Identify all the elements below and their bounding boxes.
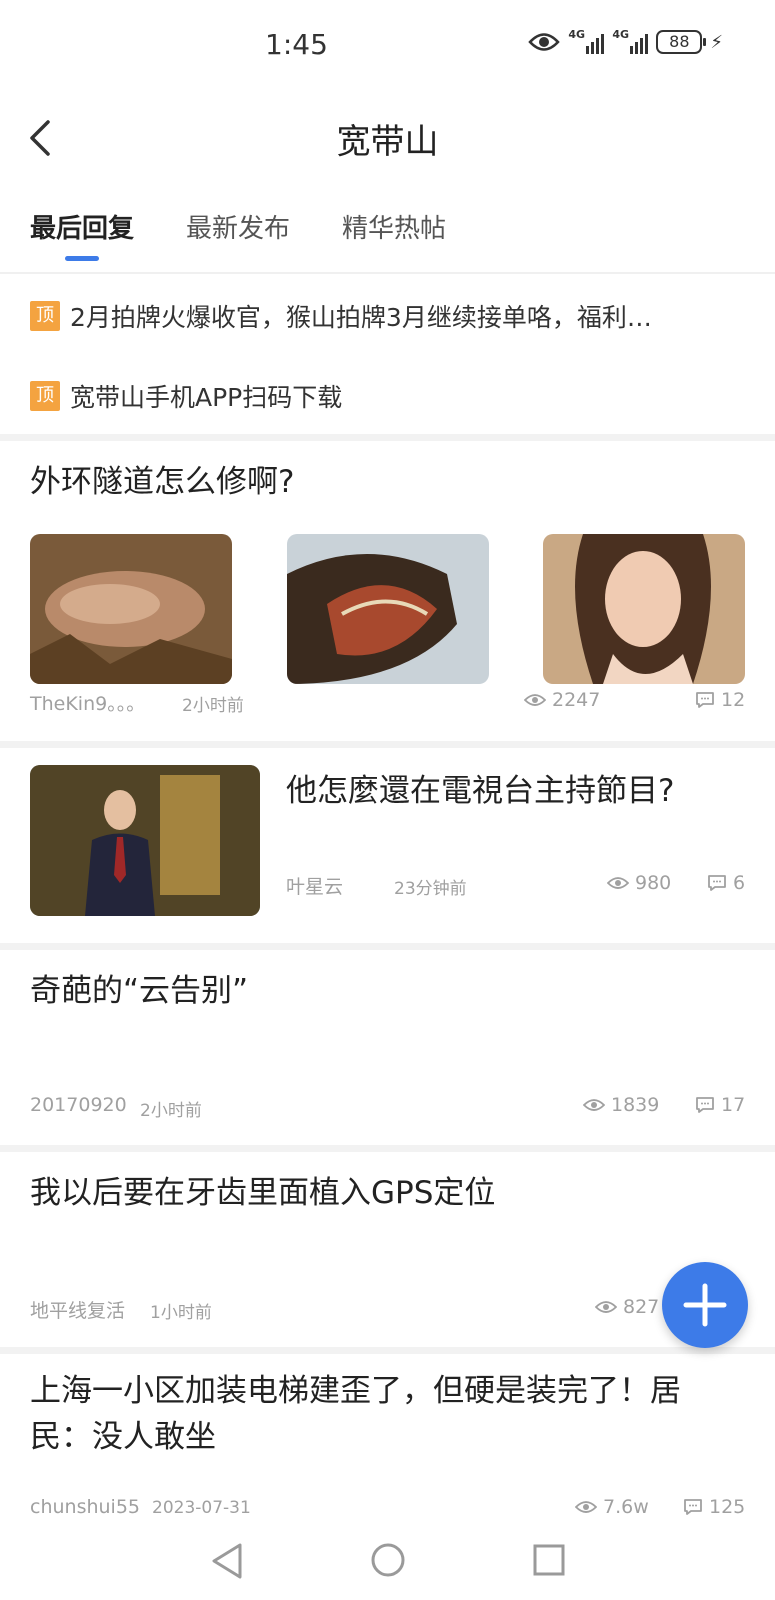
post-author: 20170920 (30, 1094, 127, 1116)
network-type: 4G (568, 28, 586, 41)
section-divider (0, 943, 775, 950)
view-count-value: 827 (623, 1296, 660, 1318)
comment-count-value: 6 (733, 872, 746, 894)
post-author: 叶星云 (286, 876, 344, 898)
post-time: 2小时前 (182, 696, 244, 716)
pinned-badge: 顶 (30, 301, 60, 331)
post-author: TheKin9。。。 (30, 693, 146, 715)
view-count: 980 (607, 872, 671, 894)
pinned-item[interactable]: 顶 2月拍牌火爆收官，猴山拍牌3月继续接单咯，福利… (0, 276, 775, 356)
post-image[interactable] (30, 534, 232, 684)
eye-icon (583, 1099, 605, 1111)
post-card[interactable]: 奇葩的“云告别” 20170920 2小时前 1839 17 (0, 950, 775, 1145)
network-type: 4G (612, 28, 630, 41)
post-author: 地平线复活 (30, 1300, 126, 1322)
view-count: 1839 (583, 1094, 659, 1116)
header: 宽带山 (0, 100, 775, 180)
signal-icon: 4G (568, 28, 605, 54)
tab-bar: 最后回复 最新发布 精华热帖 (30, 205, 446, 265)
back-triangle-icon[interactable] (210, 1542, 244, 1580)
comment-count: 17 (695, 1094, 745, 1116)
view-count-value: 980 (635, 872, 672, 894)
post-image[interactable] (30, 765, 260, 916)
comment-count: 125 (683, 1496, 745, 1518)
section-divider (0, 434, 775, 441)
post-image[interactable] (543, 534, 745, 684)
tab-label: 精华热帖 (342, 214, 447, 244)
view-count: 2247 (524, 689, 600, 711)
view-count-value: 2247 (552, 689, 601, 711)
eye-icon (528, 33, 561, 51)
comment-count-value: 125 (709, 1496, 746, 1518)
tab-label: 最后回复 (30, 214, 135, 244)
system-nav-bar (0, 1540, 775, 1600)
post-card[interactable]: 我以后要在牙齿里面植入GPS定位 地平线复活 1小时前 827 (0, 1152, 775, 1347)
tab-newest[interactable]: 最新发布 (186, 205, 290, 261)
status-icons: 4G 4G 88 ⚡ (528, 28, 723, 54)
comment-icon (684, 1499, 702, 1515)
pinned-title: 宽带山手机APP扫码下载 (70, 383, 343, 412)
comment-count-value: 12 (721, 689, 746, 711)
battery-icon: 88 (656, 30, 707, 54)
comment-count-value: 17 (721, 1094, 746, 1116)
post-card[interactable]: 外环隧道怎么修啊? TheKin9。。。 2小时前 2247 12 (0, 441, 775, 741)
post-title: 上海一小区加装电梯建歪了，但硬是装完了！居民：没人敢坐 (30, 1373, 681, 1455)
comment-icon (696, 692, 714, 708)
new-post-button[interactable] (662, 1262, 748, 1348)
post-image[interactable] (287, 534, 489, 684)
view-count-value: 7.6w (603, 1496, 649, 1518)
view-count: 827 (595, 1296, 659, 1318)
post-author: chunshui55 (30, 1496, 141, 1518)
active-tab-indicator (65, 256, 99, 261)
post-time: 2023-07-31 (152, 1498, 251, 1518)
post-title: 他怎麼還在電視台主持節目? (286, 773, 675, 809)
post-time: 2小时前 (140, 1101, 202, 1121)
tab-last-reply[interactable]: 最后回复 (30, 205, 134, 261)
post-time: 23分钟前 (394, 879, 467, 899)
status-time: 1:45 (265, 28, 328, 61)
divider (0, 272, 775, 274)
comment-count: 6 (707, 872, 745, 894)
comment-count: 12 (695, 689, 745, 711)
pinned-title: 2月拍牌火爆收官，猴山拍牌3月继续接单咯，福利… (70, 303, 652, 332)
pinned-badge: 顶 (30, 381, 60, 411)
pinned-list: 顶 2月拍牌火爆收官，猴山拍牌3月继续接单咯，福利… 顶 宽带山手机APP扫码下… (0, 276, 775, 436)
post-card[interactable]: 上海一小区加装电梯建歪了，但硬是装完了！居民：没人敢坐 chunshui55 2… (0, 1354, 775, 1534)
status-bar: 1:45 4G 4G 88 ⚡ (0, 0, 775, 90)
eye-icon (607, 877, 629, 889)
post-title: 外环隧道怎么修啊? (30, 464, 295, 500)
page-title: 宽带山 (336, 122, 439, 162)
view-count: 7.6w (575, 1496, 649, 1518)
eye-icon (524, 694, 546, 706)
comment-icon (708, 875, 726, 891)
post-title: 奇葩的“云告别” (30, 973, 249, 1009)
eye-icon (575, 1501, 597, 1513)
tab-label: 最新发布 (186, 214, 291, 244)
charging-icon: ⚡ (710, 31, 723, 53)
eye-icon (595, 1301, 617, 1313)
home-circle-icon[interactable] (370, 1542, 406, 1578)
tab-featured[interactable]: 精华热帖 (342, 205, 446, 261)
signal-icon: 4G (612, 28, 649, 54)
post-title: 我以后要在牙齿里面植入GPS定位 (30, 1175, 496, 1211)
plus-icon (683, 1283, 727, 1327)
pinned-item[interactable]: 顶 宽带山手机APP扫码下载 (0, 356, 775, 436)
section-divider (0, 1145, 775, 1152)
comment-icon (696, 1097, 714, 1113)
section-divider (0, 1347, 775, 1354)
view-count-value: 1839 (611, 1094, 660, 1116)
post-card[interactable]: 他怎麼還在電視台主持節目? 叶星云 23分钟前 980 6 (0, 748, 775, 943)
section-divider (0, 741, 775, 748)
recents-square-icon[interactable] (533, 1544, 565, 1576)
post-time: 1小时前 (150, 1303, 212, 1323)
